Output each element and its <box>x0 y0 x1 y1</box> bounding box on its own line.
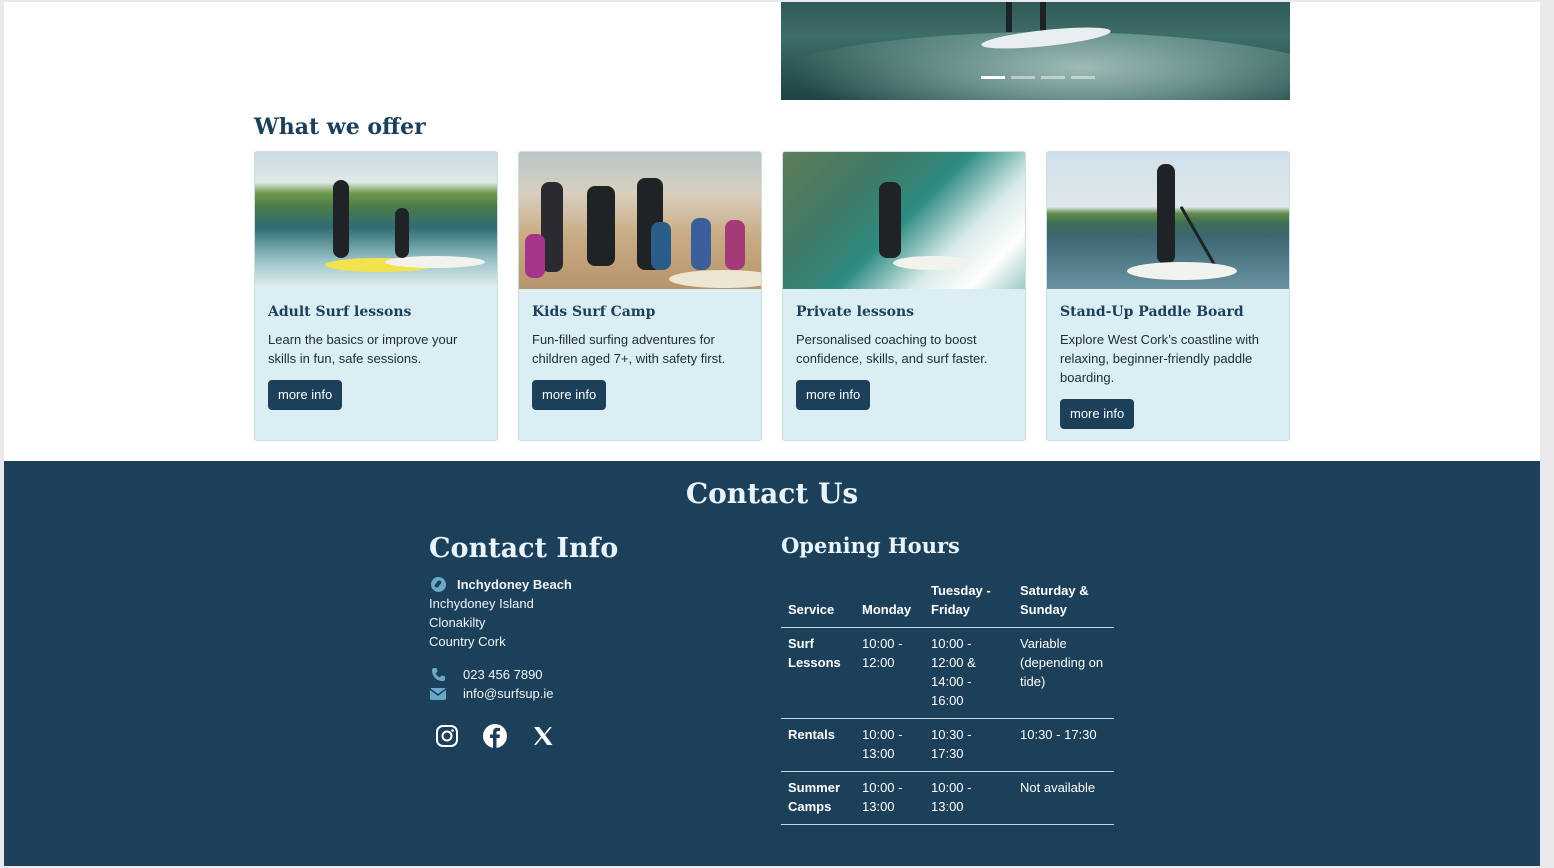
phone-icon <box>429 667 447 683</box>
address-line: Inchydoney Island <box>429 596 534 611</box>
carousel-dot-3[interactable] <box>1041 76 1065 79</box>
more-info-button[interactable]: more info <box>1060 399 1135 429</box>
offer-card-adult: Adult Surf lessons Learn the basics or i… <box>254 151 498 441</box>
address-line: Country Cork <box>429 634 506 649</box>
contact-us-heading: Contact Us <box>685 477 859 510</box>
page: What we offer Adult Surf lessons Learn t… <box>4 2 1540 866</box>
table-cell: Variable (depending on tide) <box>1013 627 1114 719</box>
address-line: Inchydoney Beach <box>457 577 572 592</box>
table-row: Surf Lessons 10:00 - 12:00 10:00 - 12:00… <box>781 627 1114 719</box>
column-header: Tuesday - Friday <box>924 575 1013 628</box>
contact-info-title: Contact Info <box>429 533 619 564</box>
facebook-icon[interactable] <box>480 721 510 751</box>
table-cell: 10:00 - 13:00 <box>924 771 1013 825</box>
table-cell: 10:00 - 12:00 <box>855 627 924 719</box>
address-line: Clonakilty <box>429 615 486 630</box>
email-link[interactable]: info@surfsup.ie <box>463 684 554 703</box>
table-cell: 10:00 - 13:00 <box>855 718 924 772</box>
table-row: Rentals 10:00 - 13:00 10:30 - 17:30 10:3… <box>781 718 1114 772</box>
carousel-dot-2[interactable] <box>1011 76 1035 79</box>
opening-hours-title: Opening Hours <box>781 533 960 558</box>
column-header: Monday <box>855 575 924 628</box>
carousel-dot-1[interactable] <box>981 76 1005 79</box>
kids-surf-camp-image <box>519 152 761 289</box>
card-title: Stand-Up Paddle Board <box>1060 304 1244 320</box>
hero-carousel-image[interactable] <box>781 2 1290 100</box>
x-icon[interactable] <box>528 721 558 751</box>
carousel-dot-4[interactable] <box>1071 76 1095 79</box>
table-cell: 10:30 - 17:30 <box>924 718 1013 772</box>
more-info-button[interactable]: more info <box>268 380 343 410</box>
table-cell: Summer Camps <box>781 771 855 825</box>
envelope-icon <box>429 686 447 702</box>
table-header-row: Service Monday Tuesday - Friday Saturday… <box>781 575 1114 628</box>
contact-lines: 023 456 7890 info@surfsup.ie <box>429 665 554 703</box>
more-info-button[interactable]: more info <box>796 380 871 410</box>
carousel-indicators <box>981 76 1095 79</box>
card-title: Adult Surf lessons <box>268 304 412 320</box>
more-info-button[interactable]: more info <box>532 380 607 410</box>
opening-hours-table: Service Monday Tuesday - Friday Saturday… <box>781 575 1114 825</box>
phone-number[interactable]: 023 456 7890 <box>463 665 543 684</box>
card-text: Fun-filled surfing adventures for childr… <box>532 332 726 366</box>
compass-icon <box>429 577 447 593</box>
table-cell: 10:30 - 17:30 <box>1013 718 1114 772</box>
instagram-icon[interactable] <box>432 721 462 751</box>
private-lessons-image <box>783 152 1025 289</box>
offer-card-private: Private lessons Personalised coaching to… <box>782 151 1026 441</box>
table-cell: Surf Lessons <box>781 627 855 719</box>
address-block: Inchydoney Beach Inchydoney Island Clona… <box>429 575 572 651</box>
column-header: Saturday & Sunday <box>1013 575 1114 628</box>
offer-section-title: What we offer <box>254 114 426 140</box>
table-cell: Not available <box>1013 771 1114 825</box>
card-text: Learn the basics or improve your skills … <box>268 332 458 366</box>
offer-card-paddle-board: Stand-Up Paddle Board Explore West Cork’… <box>1046 151 1290 441</box>
offer-cards: Adult Surf lessons Learn the basics or i… <box>254 151 1290 441</box>
offer-card-kids: Kids Surf Camp Fun-filled surfing advent… <box>518 151 762 441</box>
surfer-figure <box>1006 2 1046 32</box>
paddle-board-image <box>1047 152 1289 289</box>
social-links <box>432 721 558 751</box>
card-title: Private lessons <box>796 304 915 320</box>
card-title: Kids Surf Camp <box>532 304 656 320</box>
table-cell: Rentals <box>781 718 855 772</box>
table-cell: 10:00 - 12:00 & 14:00 - 16:00 <box>924 627 1013 719</box>
card-text: Personalised coaching to boost confidenc… <box>796 332 988 366</box>
card-text: Explore West Cork’s coastline with relax… <box>1060 332 1259 385</box>
adult-surf-image <box>255 152 497 289</box>
table-row: Summer Camps 10:00 - 13:00 10:00 - 13:00… <box>781 771 1114 825</box>
table-cell: 10:00 - 13:00 <box>855 771 924 825</box>
contact-footer: Contact Us Contact Info Opening Hours In… <box>4 461 1540 866</box>
column-header: Service <box>781 575 855 628</box>
